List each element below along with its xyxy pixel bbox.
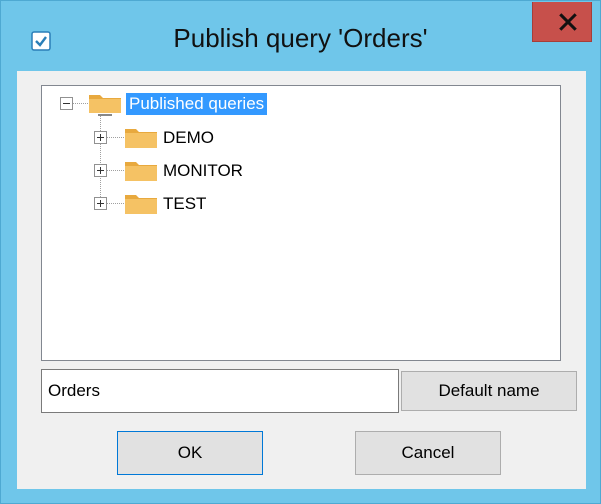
collapse-root-toggle[interactable]: [60, 97, 73, 110]
folder-icon: [125, 162, 157, 181]
ok-button[interactable]: OK: [117, 431, 263, 475]
expand-monitor-toggle[interactable]: [94, 164, 107, 177]
publish-query-dialog: Publish query 'Orders' Published queries…: [0, 0, 601, 504]
folder-icon: [125, 129, 157, 148]
folder-icon: [89, 95, 121, 116]
dialog-body: Published queries DEMO MONITOR TEST Defa…: [17, 71, 586, 489]
tree-node-test[interactable]: TEST: [160, 193, 209, 215]
query-name-input[interactable]: [41, 369, 399, 413]
title-bar[interactable]: Publish query 'Orders': [1, 1, 600, 71]
tree-node-demo[interactable]: DEMO: [160, 127, 217, 149]
close-icon: [559, 13, 577, 31]
check-square-icon: [31, 31, 51, 51]
tree-node-monitor[interactable]: MONITOR: [160, 160, 246, 182]
expand-test-toggle[interactable]: [94, 197, 107, 210]
window-title: Publish query 'Orders': [173, 23, 428, 53]
tree-lines: [60, 95, 157, 214]
tree-node-published-queries[interactable]: Published queries: [126, 93, 268, 115]
query-folder-tree[interactable]: Published queries DEMO MONITOR TEST: [41, 85, 561, 361]
cancel-button[interactable]: Cancel: [355, 431, 501, 475]
expand-demo-toggle[interactable]: [94, 131, 107, 144]
folder-icon: [125, 195, 157, 214]
default-name-button[interactable]: Default name: [401, 371, 577, 411]
close-button[interactable]: [532, 2, 592, 42]
